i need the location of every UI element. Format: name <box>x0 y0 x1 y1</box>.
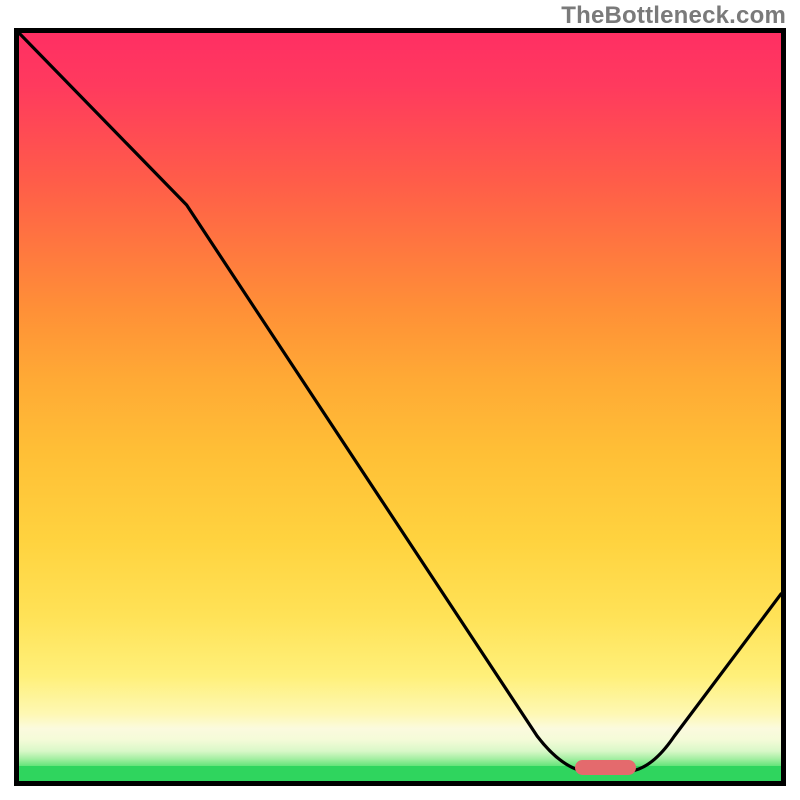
watermark-text: TheBottleneck.com <box>561 2 786 30</box>
curve-path <box>19 33 781 771</box>
bottleneck-marker <box>575 760 636 775</box>
chart-container: TheBottleneck.com <box>0 0 800 800</box>
curve-svg <box>19 33 781 781</box>
plot-area <box>14 28 786 786</box>
